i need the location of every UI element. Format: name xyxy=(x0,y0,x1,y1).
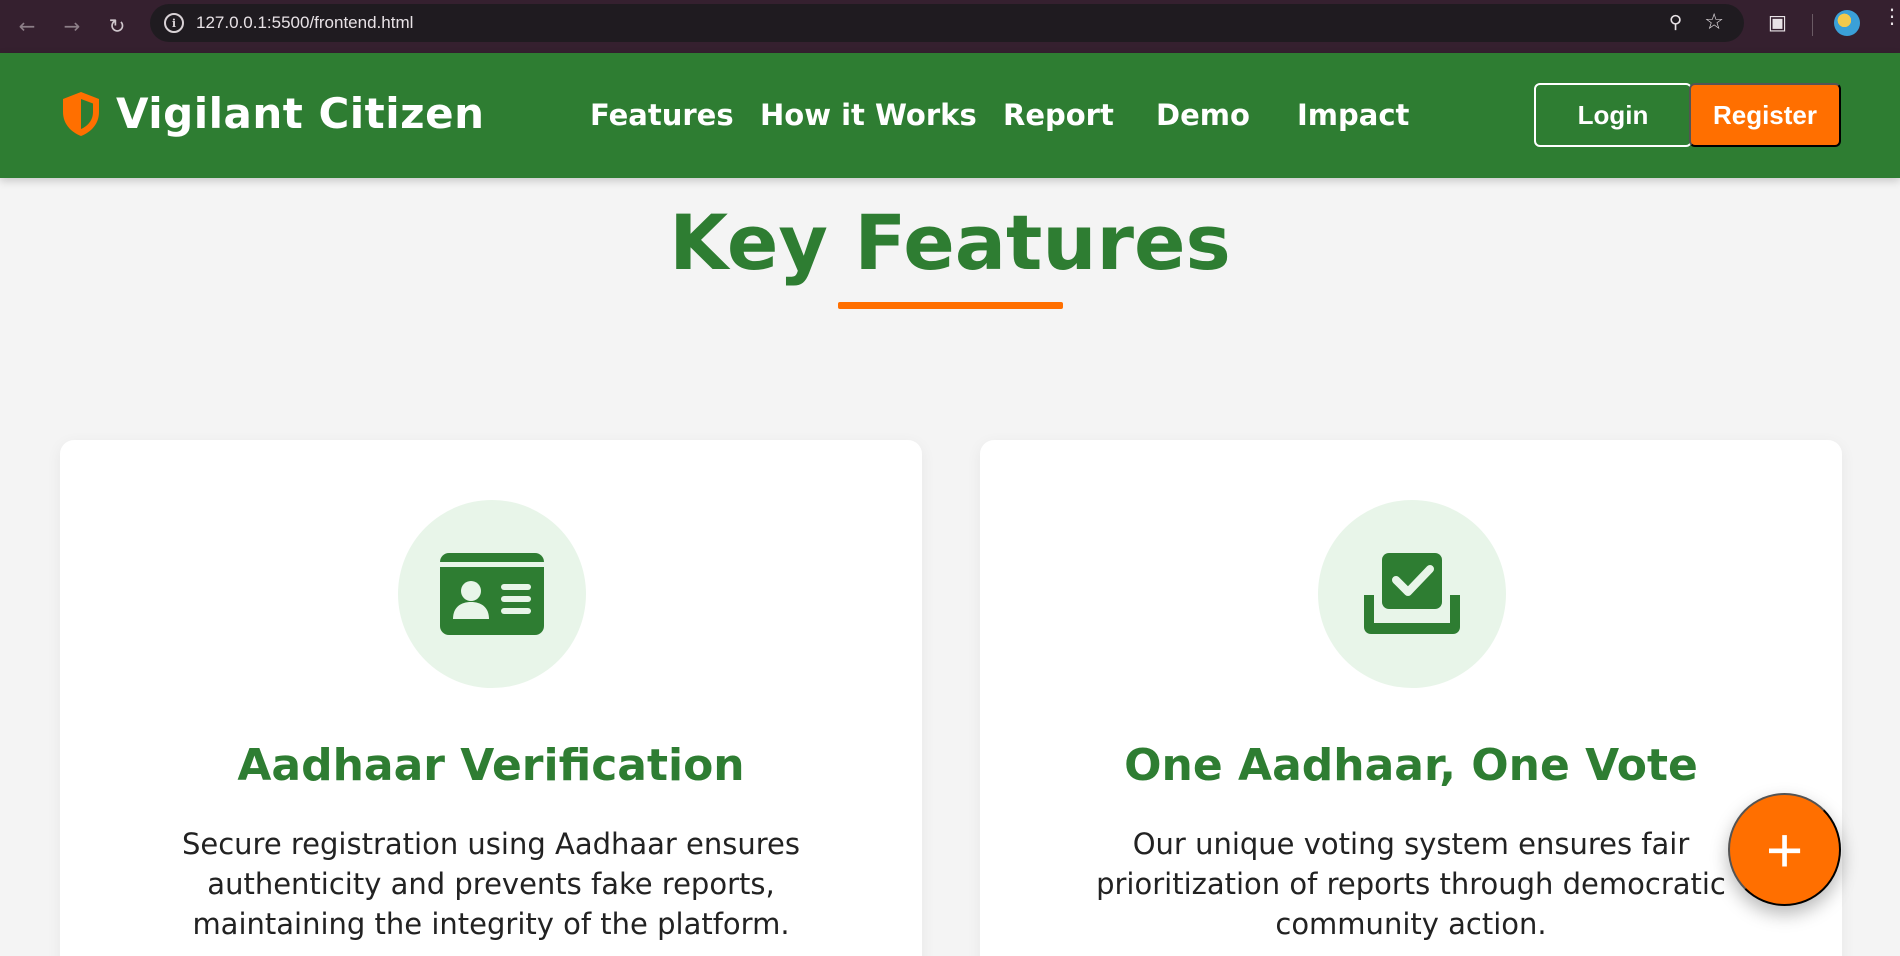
feature-card-title: Aadhaar Verification xyxy=(237,740,745,791)
shield-icon xyxy=(63,91,99,136)
nav-link-demo[interactable]: Demo xyxy=(1156,98,1250,132)
vote-box-icon xyxy=(1364,553,1460,634)
feature-icon-circle xyxy=(1318,500,1506,688)
url-text[interactable]: 127.0.0.1:5500/frontend.html xyxy=(196,13,413,33)
add-report-fab-button[interactable]: + xyxy=(1728,793,1841,906)
feature-card-one-aadhaar-one-vote: One Aadhaar, One Vote Our unique voting … xyxy=(980,440,1842,956)
nav-link-report[interactable]: Report xyxy=(1003,98,1114,132)
feature-icon-circle xyxy=(398,500,586,688)
site-header: Vigilant Citizen Features How it Works R… xyxy=(0,53,1900,178)
forward-arrow-icon[interactable]: → xyxy=(57,11,87,41)
zoom-icon[interactable]: ⚲ xyxy=(1669,12,1682,33)
feature-card-description: Our unique voting system ensures fair pr… xyxy=(1096,827,1726,941)
site-info-icon[interactable]: i xyxy=(164,13,184,33)
browser-toolbar: ← → ↻ i 127.0.0.1:5500/frontend.html ⚲ ☆… xyxy=(0,0,1900,53)
title-underline xyxy=(838,302,1063,309)
reload-icon[interactable]: ↻ xyxy=(102,11,132,41)
nav-link-impact[interactable]: Impact xyxy=(1297,98,1409,132)
profile-avatar[interactable] xyxy=(1834,10,1860,36)
nav-link-how-it-works[interactable]: How it Works xyxy=(760,98,977,132)
browser-menu-icon[interactable]: ⋮ xyxy=(1882,6,1900,26)
toolbar-divider xyxy=(1812,14,1813,36)
brand-logo[interactable]: Vigilant Citizen xyxy=(60,89,485,138)
bookmark-star-icon[interactable]: ☆ xyxy=(1704,10,1724,35)
section-title: Key Features xyxy=(669,198,1231,287)
feature-card-description: Secure registration using Aadhaar ensure… xyxy=(181,827,801,941)
back-arrow-icon[interactable]: ← xyxy=(12,11,42,41)
brand-name: Vigilant Citizen xyxy=(116,89,485,138)
feature-card-aadhaar-verification: Aadhaar Verification Secure registration… xyxy=(60,440,922,956)
nav-link-features[interactable]: Features xyxy=(590,98,734,132)
login-button[interactable]: Login xyxy=(1534,83,1692,147)
address-bar[interactable]: i 127.0.0.1:5500/frontend.html ⚲ ☆ xyxy=(150,4,1744,42)
id-card-icon xyxy=(440,553,544,635)
feature-card-title: One Aadhaar, One Vote xyxy=(1124,740,1698,791)
extensions-icon[interactable]: ▣ xyxy=(1768,10,1787,34)
register-button[interactable]: Register xyxy=(1689,83,1841,147)
